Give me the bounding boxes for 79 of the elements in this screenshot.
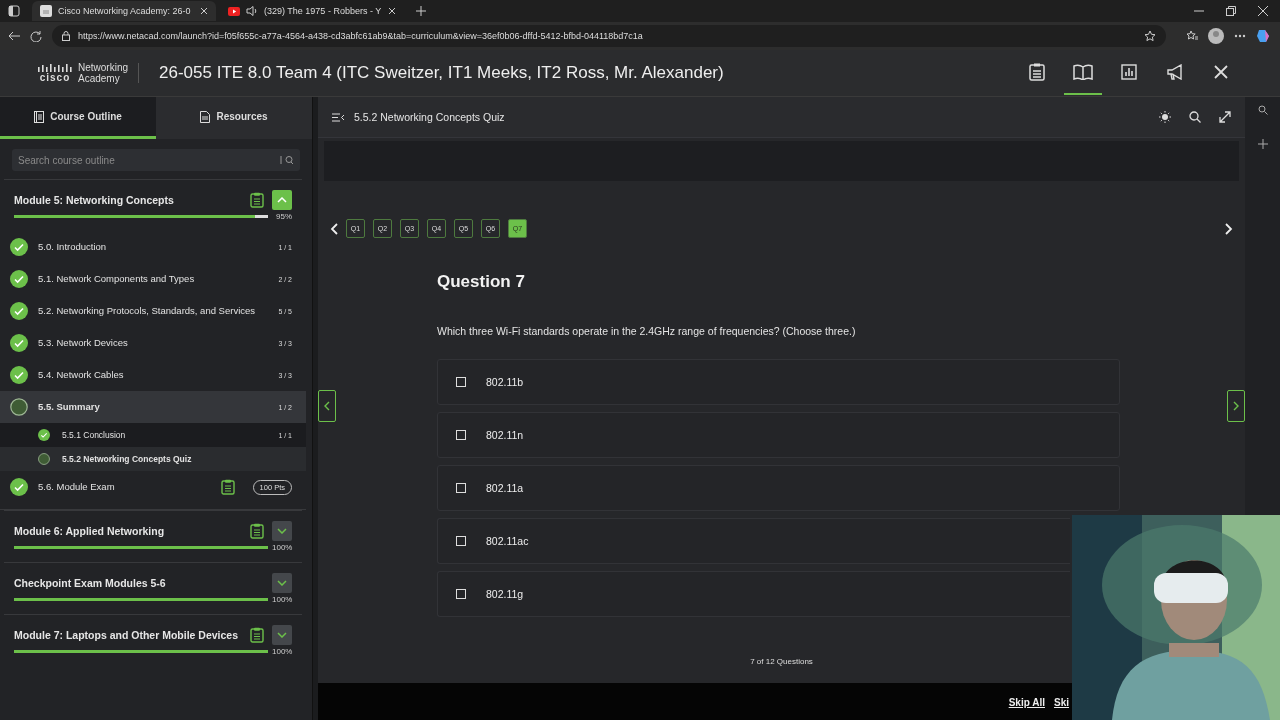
progress-percent: 100% bbox=[272, 595, 292, 604]
chevron-left-icon bbox=[330, 222, 338, 235]
chart-icon bbox=[1121, 64, 1137, 80]
progress-percent: 100% bbox=[272, 543, 292, 552]
expand-icon[interactable] bbox=[1219, 111, 1231, 123]
logo-bars-icon bbox=[38, 63, 72, 72]
previous-button[interactable] bbox=[330, 222, 338, 235]
checkbox[interactable] bbox=[456, 483, 466, 493]
add-icon[interactable] bbox=[1257, 139, 1268, 149]
chevron-right-icon bbox=[1233, 401, 1239, 411]
logo-text: Networking Academy bbox=[78, 62, 129, 84]
chevron-down-icon bbox=[277, 580, 287, 586]
question-counter: 7 of 12 Questions bbox=[749, 657, 814, 666]
close-icon bbox=[1214, 65, 1228, 79]
skip-link[interactable]: Skip All bbox=[1008, 696, 1045, 708]
chevron-left-icon bbox=[324, 401, 330, 411]
module-title[interactable]: Checkpoint Exam Modules 5-6 bbox=[14, 577, 264, 589]
module-title[interactable]: Module 7: Laptops and Other Mobile Devices bbox=[14, 629, 242, 641]
restore-icon[interactable] bbox=[1226, 6, 1236, 16]
close-icon[interactable] bbox=[388, 7, 396, 15]
previous-page-button[interactable] bbox=[318, 390, 336, 422]
expand-button[interactable] bbox=[272, 625, 292, 645]
copilot-icon[interactable] bbox=[1256, 28, 1272, 44]
book-icon bbox=[1073, 64, 1093, 80]
clipboard-icon bbox=[1029, 63, 1045, 81]
checkbox[interactable] bbox=[456, 589, 466, 599]
chevron-down-icon bbox=[277, 528, 287, 534]
checkbox[interactable] bbox=[456, 377, 466, 387]
browser-tab[interactable]: (329) The 1975 - Robbers - Y bbox=[220, 1, 404, 21]
module-title[interactable]: Module 6: Applied Networking bbox=[14, 525, 242, 537]
address-bar[interactable]: https://www.netacad.com/launch?id=f05f655c-a77a-4564-a438-cd3abfc61ab9&tab=curriculum&view=36ef0b06-dffd-5412-bfbd-044118bd7c1a bbox=[52, 25, 1166, 47]
expand-button[interactable] bbox=[272, 573, 292, 593]
next-button[interactable] bbox=[1225, 222, 1233, 235]
progress-percent: 100% bbox=[272, 647, 292, 656]
refresh-icon[interactable] bbox=[30, 30, 42, 42]
answer-option[interactable]: 802.11a bbox=[437, 465, 1120, 511]
menu-collapse-icon[interactable] bbox=[332, 112, 344, 122]
checkbox[interactable] bbox=[456, 430, 466, 440]
search-field[interactable]: Search course outline bbox=[12, 149, 300, 171]
course-title: 26-055 ITE 8.0 Team 4 (ITC Sweitzer, IT1 Meeks, IT2 Ross, Mr. Alexander) bbox=[138, 63, 1018, 83]
chevron-down-icon bbox=[277, 632, 287, 638]
progress-percent: 95% bbox=[275, 212, 292, 221]
expand-button[interactable] bbox=[272, 521, 292, 541]
search-icon[interactable] bbox=[1257, 105, 1268, 115]
brightness-icon[interactable] bbox=[1159, 111, 1171, 123]
close-icon[interactable] bbox=[200, 7, 208, 15]
tab-actions-icon[interactable] bbox=[8, 5, 20, 17]
sidebar-tab[interactable]: Resources bbox=[156, 97, 312, 139]
answer-option[interactable]: 802.11n bbox=[437, 412, 1120, 458]
avatar-icon[interactable] bbox=[1208, 28, 1224, 44]
outline-subitem[interactable]: 5.5.2 Networking Concepts Quiz bbox=[0, 447, 306, 471]
answer-option[interactable]: 802.11b bbox=[437, 359, 1120, 405]
new-tab-icon[interactable] bbox=[416, 6, 426, 16]
search-icon[interactable] bbox=[1189, 111, 1201, 123]
page-title: 5.5.2 Networking Concepts Quiz bbox=[354, 111, 506, 123]
chevron-up-icon bbox=[277, 197, 287, 203]
module-title[interactable]: Module 5: Networking Concepts bbox=[14, 194, 242, 206]
favorites-icon[interactable] bbox=[1186, 30, 1198, 42]
close-icon[interactable] bbox=[1258, 6, 1268, 16]
question-heading: Question 7 bbox=[437, 272, 526, 292]
site-icon bbox=[40, 5, 52, 17]
skip-link[interactable]: Ski bbox=[1054, 696, 1069, 708]
next-page-button[interactable] bbox=[1227, 390, 1245, 422]
play-icon bbox=[228, 6, 240, 16]
lock-icon bbox=[62, 31, 70, 41]
outline-icon bbox=[34, 110, 45, 123]
more-icon[interactable] bbox=[1234, 34, 1246, 38]
question-text: Which three Wi-Fi standards operate in the 2.4GHz range of frequencies? (Choose three.) bbox=[437, 325, 857, 337]
megaphone-icon bbox=[1166, 64, 1184, 80]
answer-option[interactable]: 802.11g bbox=[437, 571, 1070, 617]
checkbox[interactable] bbox=[456, 536, 466, 546]
logo-wordmark: cisco bbox=[39, 71, 71, 83]
back-icon[interactable] bbox=[8, 31, 20, 41]
document-icon bbox=[200, 110, 211, 123]
chevron-right-icon bbox=[1225, 222, 1233, 235]
star-icon[interactable] bbox=[1144, 30, 1156, 42]
sidebar-tab[interactable]: Course Outline bbox=[0, 97, 156, 139]
answer-option[interactable]: 802.11ac bbox=[437, 518, 1070, 564]
browser-tab[interactable]: Cisco Networking Academy: 26-0 bbox=[32, 1, 216, 21]
